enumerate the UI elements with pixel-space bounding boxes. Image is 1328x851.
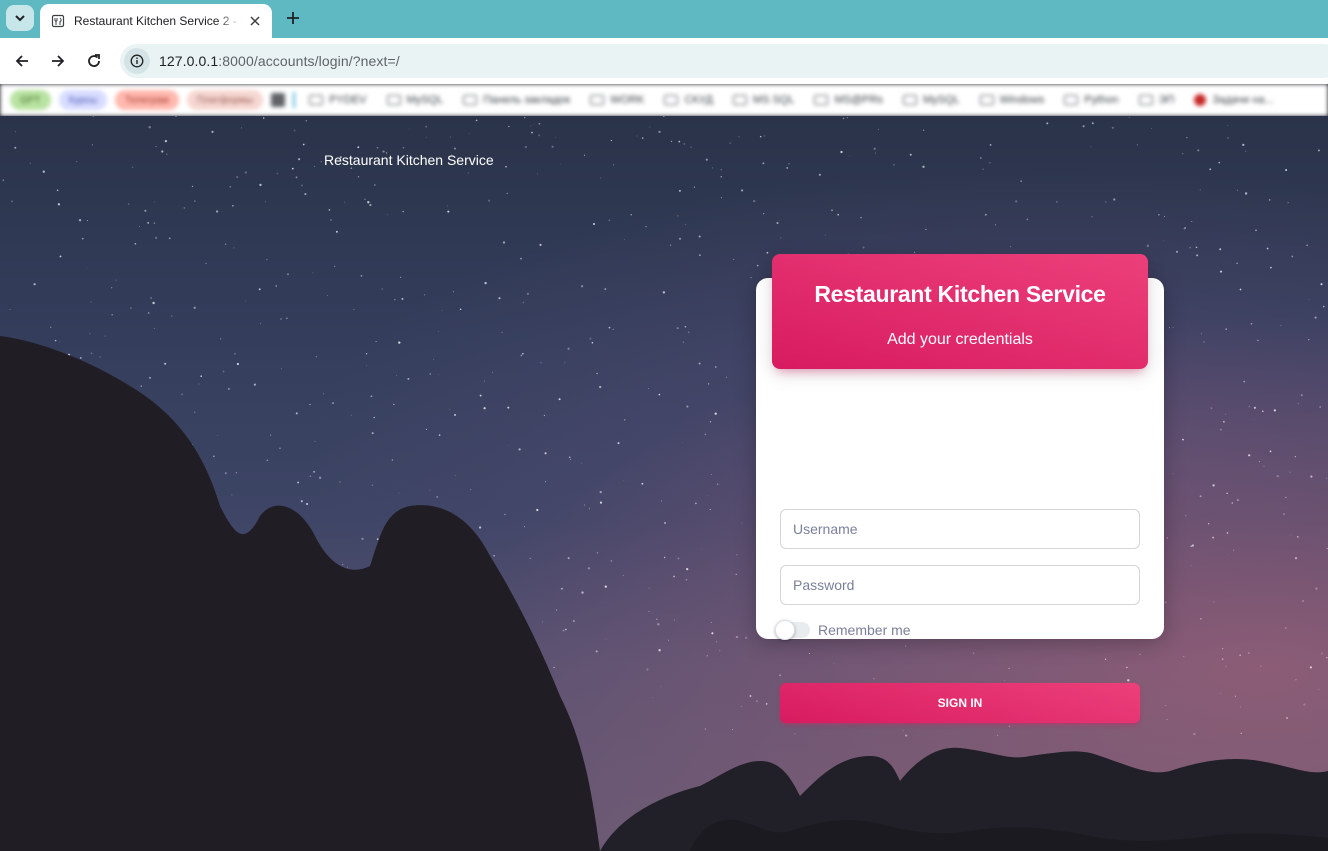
chevron-down-icon bbox=[15, 15, 25, 22]
bookmark-folder[interactable]: Панель закладок bbox=[457, 94, 576, 106]
folder-icon bbox=[309, 95, 324, 105]
bookmarks-bar: GPT Курсы Телеграм Платформы PYDEV MySQL… bbox=[0, 84, 1328, 116]
browser-tab-active[interactable]: Restaurant Kitchen Service 2 - Sign In bbox=[40, 4, 272, 38]
reload-icon bbox=[88, 54, 100, 67]
navbar-brand-link[interactable]: Restaurant Kitchen Service bbox=[324, 152, 494, 168]
folder-icon bbox=[1138, 95, 1153, 105]
bookmark-favicon-icon bbox=[1194, 94, 1207, 106]
toggle-knob bbox=[775, 620, 795, 640]
folder-icon bbox=[590, 95, 605, 105]
folder-icon bbox=[463, 95, 478, 105]
arrow-right-icon bbox=[52, 55, 65, 67]
remember-me-row: Remember me bbox=[775, 620, 911, 640]
remember-me-toggle[interactable] bbox=[775, 620, 810, 640]
bookmark-separator bbox=[293, 92, 296, 108]
password-input[interactable] bbox=[793, 577, 1127, 593]
sign-in-button[interactable]: SIGN IN bbox=[780, 683, 1140, 723]
bookmark-folder[interactable]: MS@PRs bbox=[808, 94, 888, 106]
folder-icon bbox=[386, 95, 401, 105]
arrow-left-icon bbox=[15, 55, 28, 67]
url-text: 127.0.0.1:8000/accounts/login/?next=/ bbox=[159, 53, 400, 69]
folder-icon bbox=[979, 95, 994, 105]
reload-button[interactable] bbox=[80, 47, 108, 75]
browser-toolbar: 127.0.0.1:8000/accounts/login/?next=/ bbox=[0, 38, 1328, 84]
browser-tab-strip: Restaurant Kitchen Service 2 - Sign In bbox=[0, 0, 1328, 38]
new-tab-button[interactable] bbox=[281, 6, 305, 30]
bookmark-folder[interactable]: WORK bbox=[584, 94, 650, 106]
bookmark-folder[interactable]: MS SQL bbox=[727, 94, 801, 106]
tab-search-button[interactable] bbox=[6, 5, 34, 31]
back-button[interactable] bbox=[8, 47, 36, 75]
bookmark-folder[interactable]: PYDEV bbox=[303, 94, 372, 106]
close-tab-icon[interactable] bbox=[246, 12, 264, 30]
site-info-icon[interactable] bbox=[124, 48, 150, 74]
address-bar[interactable]: 127.0.0.1:8000/accounts/login/?next=/ bbox=[120, 44, 1328, 78]
password-field[interactable] bbox=[780, 565, 1140, 605]
bookmark-folder[interactable]: СКУД bbox=[658, 94, 718, 106]
username-field[interactable] bbox=[780, 509, 1140, 549]
bookmark-pill[interactable]: Телеграм bbox=[115, 90, 179, 110]
login-card-header: Restaurant Kitchen Service Add your cred… bbox=[772, 254, 1148, 369]
bookmark-folder[interactable]: Python bbox=[1058, 94, 1124, 106]
folder-icon bbox=[1064, 95, 1079, 105]
plus-icon bbox=[287, 12, 299, 24]
username-input[interactable] bbox=[793, 521, 1127, 537]
tab-title: Restaurant Kitchen Service 2 - Sign In bbox=[74, 14, 242, 28]
bookmark-folder[interactable]: Windows bbox=[974, 94, 1051, 106]
apps-icon[interactable] bbox=[271, 93, 286, 107]
folder-icon bbox=[664, 95, 679, 105]
forward-button[interactable] bbox=[44, 47, 72, 75]
bookmark-folder[interactable]: MySQL bbox=[897, 94, 966, 106]
card-subtitle: Add your credentials bbox=[887, 331, 1033, 348]
bookmark-pill[interactable]: Платформы bbox=[186, 90, 264, 110]
bookmark-folder[interactable]: MySQL bbox=[381, 94, 450, 106]
bookmark-pill[interactable]: GPT bbox=[10, 90, 51, 110]
folder-icon bbox=[732, 95, 747, 105]
bookmark-pill[interactable]: Курсы bbox=[58, 90, 108, 110]
restaurant-favicon-icon bbox=[50, 13, 66, 29]
folder-icon bbox=[902, 95, 917, 105]
bookmark-folder[interactable]: ЭП bbox=[1133, 94, 1181, 106]
folder-icon bbox=[814, 95, 829, 105]
card-title: Restaurant Kitchen Service bbox=[814, 281, 1106, 307]
bookmark-folder[interactable]: Задачи на... bbox=[1188, 94, 1279, 106]
remember-me-label[interactable]: Remember me bbox=[818, 622, 911, 638]
